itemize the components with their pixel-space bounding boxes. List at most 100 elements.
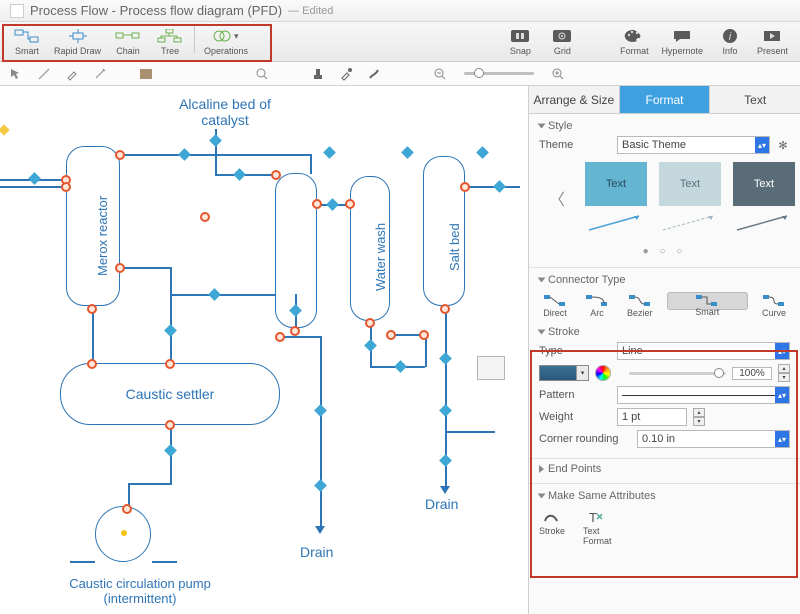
tab-format[interactable]: Format [620,86,711,113]
tree-button[interactable]: Tree [149,25,191,58]
conn[interactable] [320,336,322,531]
conn[interactable] [445,431,495,433]
pump-shape[interactable] [85,506,165,566]
corner-select[interactable]: 0.10 in▴▾ [637,430,790,448]
chain-button[interactable]: Chain [107,25,149,58]
zoom-in-button[interactable] [548,65,568,83]
tool-wand[interactable] [90,65,110,83]
endpoints-header[interactable]: End Points [539,463,790,475]
tool-eyedropper[interactable] [336,65,356,83]
selection-handle[interactable] [87,304,97,314]
operations-button[interactable]: ▾ Operations [198,25,254,58]
color-wheel-icon[interactable] [595,365,611,381]
present-button[interactable]: Present [751,25,794,58]
info-button[interactable]: i Info [709,25,751,58]
ms-stroke[interactable]: Stroke [539,510,565,546]
conn[interactable] [0,186,66,188]
conn-smart[interactable]: Smart [667,292,748,310]
selection-handle[interactable] [419,330,429,340]
connection-point[interactable] [364,339,377,352]
connection-point[interactable] [439,404,452,417]
selection-handle[interactable] [61,182,71,192]
hypernote-button[interactable]: Hypernote [655,25,709,58]
tool-pen[interactable] [62,65,82,83]
selection-handle[interactable] [271,170,281,180]
connection-point[interactable] [439,352,452,365]
connection-point[interactable] [394,360,407,373]
tab-arrange[interactable]: Arrange & Size [529,86,620,113]
tool-arrow[interactable] [6,65,26,83]
selection-handle[interactable] [165,359,175,369]
connection-point[interactable] [323,146,336,159]
zoom-slider[interactable] [464,72,534,75]
tool-line[interactable] [34,65,54,83]
connection-point[interactable] [314,479,327,492]
selection-handle[interactable] [275,332,285,342]
connection-point[interactable] [164,324,177,337]
make-same-header[interactable]: Make Same Attributes [539,490,790,502]
selection-handle[interactable] [312,199,322,209]
merox-reactor-shape[interactable] [66,146,120,306]
connection-point[interactable] [493,180,506,193]
stroke-type-select[interactable]: Line▴▾ [617,342,790,360]
conn-bezier[interactable]: Bezier [623,292,657,320]
pattern-select[interactable]: ▴▾ [617,386,790,404]
selection-handle[interactable] [165,420,175,430]
connection-point[interactable] [178,148,191,161]
conn[interactable] [280,336,320,338]
selection-handle[interactable] [290,326,300,336]
theme-gear-icon[interactable]: ✻ [776,138,790,152]
conn[interactable] [120,154,310,156]
opacity-knob[interactable] [714,368,724,378]
rapid-draw-button[interactable]: Rapid Draw [48,25,107,58]
theme-select[interactable]: Basic Theme▴▾ [617,136,770,154]
arrow-swatch-3[interactable] [733,212,795,234]
smart-button[interactable]: Smart [6,25,48,58]
swatch-3[interactable]: Text [733,162,795,206]
selection-handle[interactable] [345,199,355,209]
weight-field[interactable]: 1 pt [617,408,687,426]
tool-stamp[interactable] [308,65,328,83]
conn[interactable] [92,306,94,363]
connection-point[interactable] [439,454,452,467]
conn[interactable] [170,294,275,296]
conn-curve[interactable]: Curve [758,292,790,320]
ms-text-format[interactable]: TText Format [583,510,612,546]
grid-button[interactable]: Grid [541,25,583,58]
tab-text[interactable]: Text [710,86,800,113]
swatch-prev[interactable]: 〈 [545,186,569,210]
weight-stepper[interactable]: ▴▾ [693,408,705,426]
connection-point[interactable] [476,146,489,159]
style-header[interactable]: Style [539,120,790,132]
arrow-swatch-1[interactable] [585,212,647,234]
stroke-header[interactable]: Stroke [539,326,790,338]
conn[interactable] [170,267,172,363]
conn-direct[interactable]: Direct [539,292,571,320]
selection-handle[interactable] [115,150,125,160]
connection-point[interactable] [401,146,414,159]
conn[interactable] [128,483,170,485]
ruler-marker[interactable] [0,124,10,135]
tool-zoom[interactable] [252,65,272,83]
zoom-knob[interactable] [474,68,484,78]
zoom-out-button[interactable] [430,65,450,83]
selection-handle[interactable] [365,318,375,328]
diagram-canvas[interactable]: Alcaline bed of catalyst Merox reactor W… [0,86,528,614]
arrow-swatch-2[interactable] [659,212,721,234]
connection-point[interactable] [28,172,41,185]
format-button[interactable]: Format [613,25,655,58]
connection-point[interactable] [208,288,221,301]
small-box-shape[interactable] [477,356,505,380]
connection-point[interactable] [314,404,327,417]
caustic-settler-shape[interactable]: Caustic settler [60,363,280,425]
connection-point[interactable] [233,168,246,181]
swatch-1[interactable]: Text [585,162,647,206]
selection-handle[interactable] [200,212,210,222]
selection-handle[interactable] [115,263,125,273]
conn-arc[interactable]: Arc [581,292,613,320]
tool-brush[interactable] [364,65,384,83]
conn[interactable] [310,154,312,174]
snap-button[interactable]: Snap [499,25,541,58]
selection-handle[interactable] [122,504,132,514]
swatch-2[interactable]: Text [659,162,721,206]
